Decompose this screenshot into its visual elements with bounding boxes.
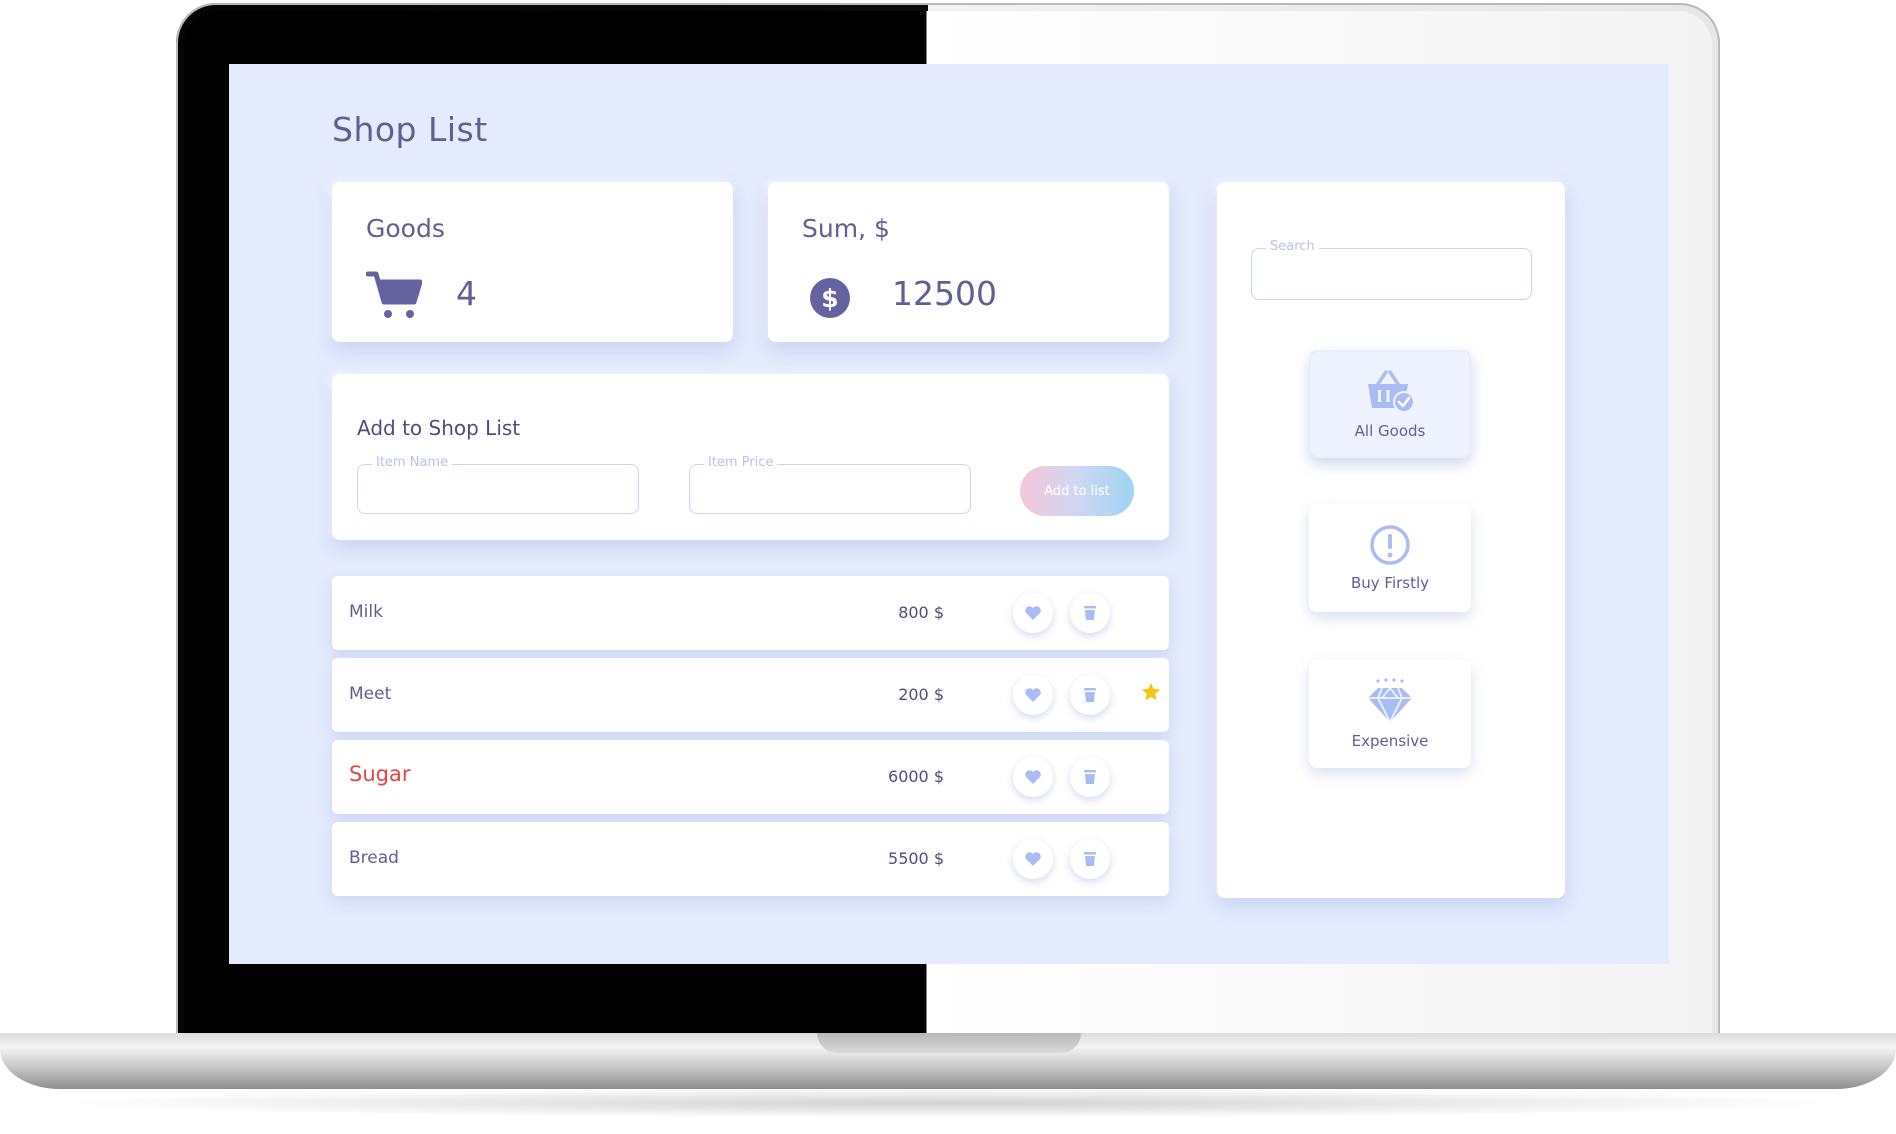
delete-button[interactable] — [1070, 839, 1110, 879]
heart-icon — [1025, 770, 1041, 784]
trash-icon — [1084, 770, 1096, 784]
search-input[interactable] — [1252, 249, 1531, 299]
diamond-icon — [1368, 678, 1412, 723]
filter-expensive[interactable]: Expensive — [1309, 660, 1471, 768]
filter-label: Expensive — [1351, 732, 1429, 750]
sum-card: Sum, $ $ 12500 — [768, 182, 1169, 342]
list-item: Bread 5500 $ — [332, 822, 1169, 896]
favorite-button[interactable] — [1013, 593, 1053, 633]
item-price-field[interactable]: Item Price — [689, 455, 971, 514]
trash-icon — [1084, 688, 1096, 702]
item-name-field[interactable]: Item Name — [357, 455, 639, 514]
sum-value: 12500 — [892, 274, 997, 313]
favorite-button[interactable] — [1013, 839, 1053, 879]
basket-check-icon — [1368, 370, 1415, 413]
star-icon[interactable] — [1140, 681, 1162, 703]
heart-icon — [1025, 606, 1041, 620]
item-name: Meet — [349, 684, 392, 704]
item-name-label: Item Name — [372, 455, 453, 470]
item-price: 800 $ — [898, 603, 944, 622]
delete-button[interactable] — [1070, 593, 1110, 633]
goods-label: Goods — [366, 214, 445, 243]
item-price-input[interactable] — [690, 465, 970, 513]
cart-icon — [366, 271, 422, 318]
page-title: Shop List — [332, 110, 488, 149]
add-item-card: Add to Shop List Item Name Item Price Ad… — [332, 374, 1169, 540]
add-to-list-button[interactable]: Add to list — [1020, 466, 1134, 516]
dollar-icon: $ — [810, 278, 850, 318]
heart-icon — [1025, 852, 1041, 866]
item-price: 6000 $ — [888, 767, 944, 786]
app-screen: Shop List Goods 4 Sum, $ $ 12500 Add to … — [229, 64, 1669, 964]
sidebar-panel: Search All Goods Buy Firstly Expensive — [1217, 182, 1565, 898]
list-item: Milk 800 $ — [332, 576, 1169, 650]
filter-all-goods[interactable]: All Goods — [1309, 350, 1471, 458]
list-item: Sugar 6000 $ — [332, 740, 1169, 814]
item-name-input[interactable] — [358, 465, 638, 513]
item-name: Milk — [349, 602, 383, 622]
goods-count: 4 — [456, 274, 477, 313]
filter-buy-firstly[interactable]: Buy Firstly — [1309, 504, 1471, 612]
search-field[interactable]: Search — [1251, 239, 1532, 300]
laptop-shadow — [40, 1088, 1856, 1118]
delete-button[interactable] — [1070, 675, 1110, 715]
laptop-notch — [817, 1033, 1081, 1053]
item-price: 200 $ — [898, 685, 944, 704]
sum-label: Sum, $ — [802, 214, 890, 243]
heart-icon — [1025, 688, 1041, 702]
item-name: Sugar — [349, 762, 411, 786]
favorite-button[interactable] — [1013, 757, 1053, 797]
filter-label: All Goods — [1354, 422, 1426, 440]
filter-label: Buy Firstly — [1350, 574, 1430, 592]
list-item: Meet 200 $ — [332, 658, 1169, 732]
trash-icon — [1084, 852, 1096, 866]
item-price-label: Item Price — [704, 455, 778, 470]
exclamation-icon — [1370, 525, 1410, 565]
delete-button[interactable] — [1070, 757, 1110, 797]
item-price: 5500 $ — [888, 849, 944, 868]
search-label: Search — [1266, 239, 1319, 254]
favorite-button[interactable] — [1013, 675, 1053, 715]
item-name: Bread — [349, 848, 399, 868]
trash-icon — [1084, 606, 1096, 620]
goods-card: Goods 4 — [332, 182, 733, 342]
add-form-title: Add to Shop List — [357, 416, 521, 440]
